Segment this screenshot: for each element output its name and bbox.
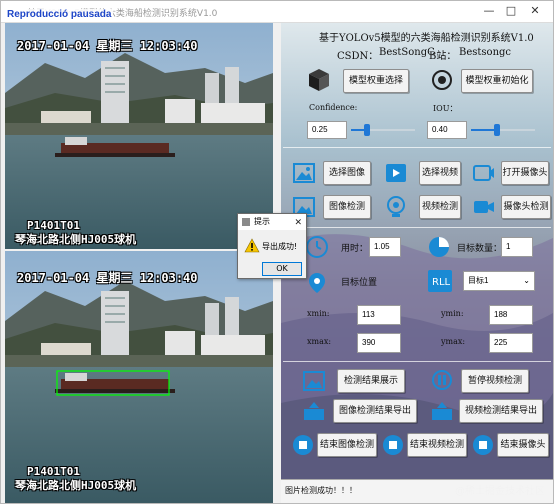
pause-icon: [432, 370, 452, 390]
pause-video-button[interactable]: 暂停视频检测: [461, 369, 529, 393]
select-weights-button[interactable]: 模型权重选择: [343, 69, 409, 93]
model-init-icon: [432, 70, 452, 90]
warning-icon: [244, 238, 260, 253]
csdn-value: BestSongC: [379, 47, 435, 58]
dialog-title-bar: 提示 ✕: [238, 214, 306, 230]
iou-spinbox[interactable]: 0.40: [427, 121, 467, 139]
confidence-spinbox[interactable]: 0.25: [307, 121, 347, 139]
end-image-button[interactable]: 结束图像检测: [317, 433, 377, 457]
export-video-icon: [432, 402, 452, 420]
app-window: 基于YOLOv5模型的六类海船检测识别系统V1.0 — □ ✕ Reproduc…: [0, 0, 554, 504]
camera-detect-button[interactable]: 摄像头检测: [501, 195, 551, 219]
video-detect-button[interactable]: 视频检测: [419, 195, 461, 219]
end-image-icon: [293, 435, 313, 455]
dialog-title: 提示: [254, 217, 270, 226]
dialog-message: 导出成功!: [262, 242, 298, 251]
camera-detect-icon: [474, 201, 494, 213]
confidence-slider[interactable]: [351, 123, 415, 137]
ymax-label: ymax:: [441, 337, 466, 346]
panel-title: 基于YOLOv5模型的六类海船检测识别系统V1.0: [319, 33, 534, 44]
export-video-button[interactable]: 视频检测结果导出: [459, 399, 543, 423]
xmax-label: xmax:: [307, 337, 332, 346]
playback-paused-banner: Reproducció pausada: [5, 9, 114, 20]
ymax-value: 225: [489, 333, 533, 353]
camera-icon: [473, 165, 494, 181]
ymin-label: ymin:: [441, 309, 464, 318]
separator-3: [283, 361, 551, 362]
export-success-dialog: 提示 ✕ 导出成功! OK: [237, 213, 307, 279]
clock-icon: [306, 236, 328, 258]
xmin-value: 113: [357, 305, 401, 325]
target-select-dropdown[interactable]: 目标1 ⌄: [463, 271, 535, 291]
video-timestamp-result: 2017-01-04 星期三 12:03:40: [17, 271, 198, 285]
close-button[interactable]: ✕: [527, 4, 543, 18]
end-video-icon: [383, 435, 403, 455]
app-icon: [242, 218, 250, 226]
separator-1: [283, 147, 551, 148]
image-detect-button[interactable]: 图像检测: [323, 195, 371, 219]
select-video-button[interactable]: 选择视频: [419, 161, 461, 185]
target-count-label: 目标数量：: [457, 244, 503, 254]
image-icon: [293, 163, 315, 183]
export-image-button[interactable]: 图像检测结果导出: [333, 399, 417, 423]
video-detect-icon: [387, 196, 405, 217]
camera-location: 琴海北路北侧HJ005球机: [15, 233, 137, 246]
chevron-down-icon: ⌄: [523, 276, 530, 285]
camera-location-result: 琴海北路北侧HJ005球机: [15, 479, 137, 492]
end-video-button[interactable]: 结束视频检测: [407, 433, 467, 457]
target-list-icon: RLL: [428, 270, 452, 292]
original-image-view: 2017-01-04 星期三 12:03:40 P1401T01 琴海北路北侧H…: [5, 23, 273, 249]
ymin-value: 188: [489, 305, 533, 325]
xmin-label: xmin:: [307, 309, 330, 318]
xmax-value: 390: [357, 333, 401, 353]
bilibili-value: Bestsongc: [459, 47, 512, 58]
target-position-label: 目标位置: [341, 278, 378, 288]
video-timestamp: 2017-01-04 星期三 12:03:40: [17, 39, 198, 53]
select-image-button[interactable]: 选择图像: [323, 161, 371, 185]
csdn-label: CSDN：: [337, 51, 379, 62]
target-count-value: 1: [501, 237, 533, 257]
end-camera-button[interactable]: 结束摄像头: [497, 433, 549, 457]
location-pin-icon: [309, 273, 325, 293]
cube-icon: [309, 69, 329, 91]
end-camera-icon: [473, 435, 493, 455]
lavender-background-image: [281, 23, 553, 503]
bilibili-label: B站：: [429, 51, 457, 62]
init-weights-button[interactable]: 模型权重初始化: [461, 69, 533, 93]
open-camera-button[interactable]: 打开摄像头: [501, 161, 549, 185]
ok-button[interactable]: OK: [262, 262, 302, 276]
show-results-button[interactable]: 检测结果展示: [337, 369, 405, 393]
confidence-label: Confidence:: [309, 103, 358, 112]
maximize-button[interactable]: □: [503, 4, 519, 18]
time-label: 用时：: [341, 244, 369, 254]
dialog-close-icon[interactable]: ✕: [294, 215, 302, 231]
export-image-icon: [304, 402, 324, 420]
harbor-scene-image: [5, 23, 273, 249]
minimize-button[interactable]: —: [481, 4, 497, 18]
time-value: 1.05: [369, 237, 401, 257]
iou-slider[interactable]: [471, 123, 535, 137]
detection-result-view: 2017-01-04 星期三 12:03:40 P1401T01 琴海北路北侧H…: [5, 251, 273, 503]
iou-label: IOU：: [433, 104, 458, 113]
control-panel: 基于YOLOv5模型的六类海船检测识别系统V1.0 CSDN： BestSong…: [281, 23, 553, 503]
target-select-value: 目标1: [468, 276, 489, 285]
show-results-icon: [303, 371, 325, 391]
status-message: 图片检测成功！！！: [285, 486, 357, 495]
video-icon: [386, 164, 406, 182]
watermark: @稀土掘金技术社区: [455, 486, 545, 497]
pie-chart-icon: [429, 237, 449, 257]
svg-text:RLL: RLL: [432, 277, 451, 288]
separator-2: [283, 227, 551, 228]
